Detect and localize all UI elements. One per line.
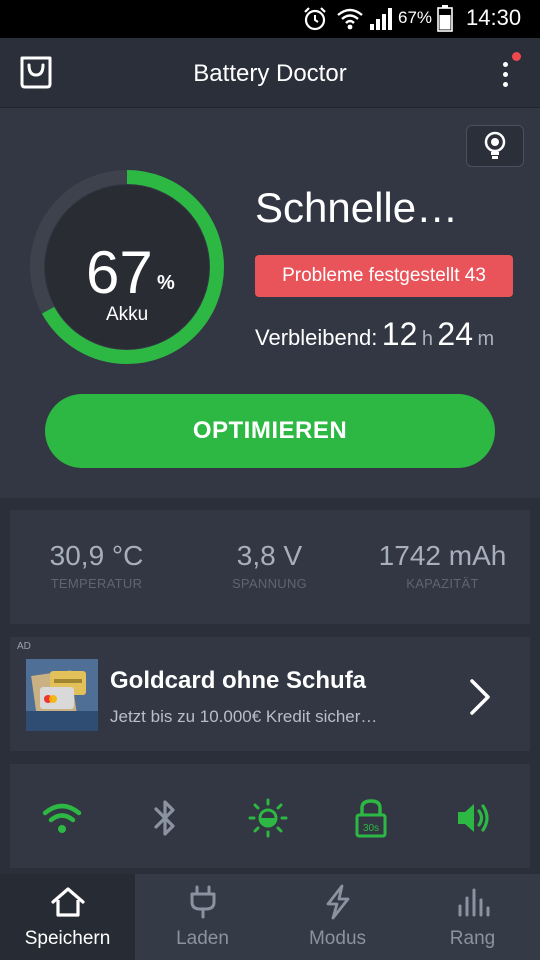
app-title: Battery Doctor [193,60,347,87]
quick-toggles-panel: 30s [10,764,530,868]
sound-toggle[interactable] [454,798,494,838]
more-dot [503,72,508,77]
lock-timer-icon: 30s [355,799,387,838]
more-dot [503,82,508,87]
more-dot [503,62,508,67]
lightbulb-icon [484,131,506,159]
battery-percent-unit: % [157,272,175,294]
stat-label: KAPAZITÄT [406,576,479,591]
chevron-right-icon[interactable] [466,677,494,717]
nav-item-modus[interactable]: Modus [270,874,405,960]
bluetooth-icon [154,800,175,836]
more-vertical-icon[interactable] [496,52,521,92]
nav-item-speichern[interactable]: Speichern [0,874,135,960]
stat-value: 30,9 °C [49,540,144,571]
home-icon [51,887,85,917]
battery-percent-text: 67% [398,8,433,27]
bar-chart-icon [458,888,490,917]
app-bar: Battery Doctor [0,38,540,108]
brightness-toggle[interactable] [248,798,288,838]
plug-icon [190,885,216,919]
remaining-minutes: 24 [437,316,473,352]
clock-text: 14:30 [466,5,522,30]
ad-image-graphic [26,659,98,731]
alarm-icon [304,7,326,31]
ad-title: Goldcard ohne Schufa [110,667,367,694]
stat-label: TEMPERATUR [50,576,143,591]
wifi-toggle[interactable] [42,798,82,838]
screen-timeout-value: 30s [363,823,379,834]
nav-label: Speichern [24,928,111,949]
stat-voltage: 3,8 V SPANNUNG [183,540,356,591]
battery-stats-panel: 30,9 °C TEMPERATUR 3,8 V SPANNUNG 1742 m… [10,510,530,624]
battery-label: Akku [106,304,149,325]
remaining-label: Verbleibend: [255,325,378,350]
stat-label: SPANNUNG [231,576,308,591]
ad-banner[interactable]: Goldcard ohne Schufa Jetzt bis zu 10.000… [10,637,530,751]
signal-icon [370,8,392,30]
battery-percent-value: 67 [86,239,153,306]
nav-label: Modus [308,928,367,949]
status-bar: 67% 14:30 [0,0,540,38]
stat-capacity: 1742 mAh KAPAZITÄT [356,540,529,591]
wifi-icon [42,803,82,833]
nav-item-laden[interactable]: Laden [135,874,270,960]
brightness-icon [248,798,288,838]
remaining-hours: 12 [381,316,418,352]
tip-button[interactable] [466,125,524,167]
mode-title[interactable]: Schnelle… [255,184,458,232]
bottom-navigation: Speichern Laden Modus Rang [0,874,540,960]
stat-value: 1742 mAh [378,540,507,571]
problems-badge[interactable]: Probleme festgestellt 43 [255,255,513,297]
optimize-button[interactable]: OPTIMIEREN [45,394,495,468]
ad-subtitle: Jetzt bis zu 10.000€ Kredit sicher… [110,707,378,726]
ad-tag: AD [17,641,31,652]
nav-label: Laden [176,928,229,949]
remaining-minutes-unit: m [477,328,495,350]
wifi-icon [337,8,363,30]
nav-label: Rang [449,928,496,949]
screen-timeout-toggle[interactable]: 30s [351,798,391,838]
lightning-icon [326,884,350,920]
battery-overview-panel: 67 % Akku Schnelle… Probleme festgestell… [0,108,540,498]
nav-item-rang[interactable]: Rang [405,874,540,960]
stat-value: 3,8 V [236,540,303,571]
ad-image [26,659,98,731]
battery-icon [437,5,453,32]
remaining-hours-unit: h [421,328,433,350]
speaker-icon [458,804,489,832]
remaining-time: Verbleibend: 12 h 24 m [255,316,494,353]
notification-dot [512,52,521,61]
stat-temperature: 30,9 °C TEMPERATUR [10,540,183,591]
bluetooth-toggle[interactable] [145,798,185,838]
